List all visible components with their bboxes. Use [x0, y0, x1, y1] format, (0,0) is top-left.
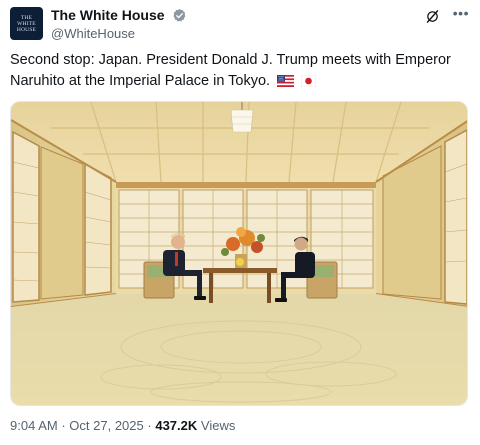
meta-separator: ·	[61, 418, 66, 433]
grok-icon[interactable]	[425, 9, 440, 24]
tweet-photo[interactable]	[10, 101, 468, 406]
display-name[interactable]: The White House	[51, 7, 165, 24]
more-options-icon[interactable]: •••	[453, 5, 469, 21]
tweet-header: THE WHITE HOUSE The White House @WhiteHo…	[10, 5, 470, 43]
account-handle[interactable]: @WhiteHouse	[51, 26, 187, 42]
tweet-text-body: Second stop: Japan. President Donald J. …	[10, 52, 451, 89]
tweet-card: THE WHITE HOUSE The White House @WhiteHo…	[0, 0, 480, 445]
views-label: Views	[200, 418, 236, 433]
tweet-date[interactable]: Oct 27, 2025	[69, 418, 143, 433]
verified-badge-icon	[173, 9, 186, 22]
account-name-block: The White House @WhiteHouse	[51, 7, 187, 42]
us-flag-icon	[277, 75, 295, 87]
japan-flag-icon	[301, 75, 317, 87]
views-count: 437.2K	[155, 418, 198, 433]
meta-separator: ·	[147, 418, 152, 433]
tweet-time[interactable]: 9:04 AM	[10, 418, 58, 433]
tweet-text: Second stop: Japan. President Donald J. …	[10, 50, 465, 92]
imperial-palace-meeting-photo	[11, 102, 467, 405]
tweet-meta: 9:04 AM · Oct 27, 2025 · 437.2K Views	[10, 417, 235, 435]
avatar[interactable]: THE WHITE HOUSE	[10, 7, 43, 40]
avatar-text-line: HOUSE	[16, 26, 37, 33]
